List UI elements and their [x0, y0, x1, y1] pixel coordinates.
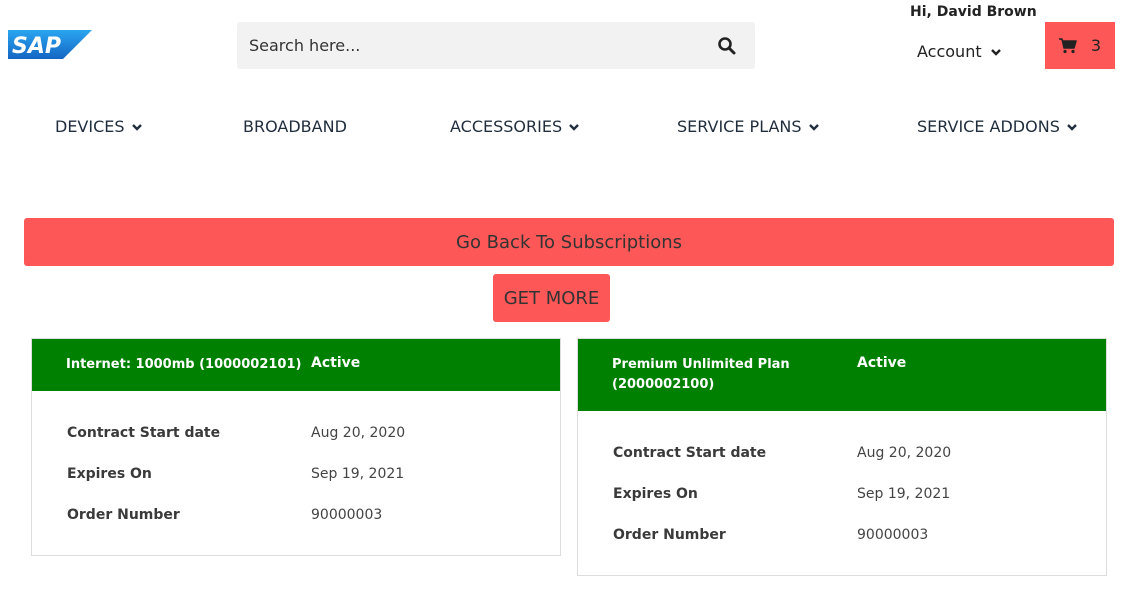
chevron-down-icon	[808, 123, 819, 131]
field-value: 90000003	[857, 527, 929, 543]
nav-label: BROADBAND	[243, 117, 347, 136]
go-back-button[interactable]: Go Back To Subscriptions	[24, 218, 1114, 266]
status-badge: Active	[857, 355, 907, 371]
chevron-down-icon	[569, 123, 579, 131]
nav-label: SERVICE ADDONS	[917, 117, 1060, 136]
chevron-down-icon	[990, 48, 1001, 56]
logo-text: SAP	[12, 34, 61, 59]
get-more-button[interactable]: GET MORE	[493, 274, 610, 322]
field-value: Sep 19, 2021	[857, 486, 951, 502]
search-icon[interactable]	[717, 36, 737, 56]
field-value: Aug 20, 2020	[311, 425, 406, 441]
card-title-line: (2000002100)	[612, 377, 715, 392]
cart-icon	[1058, 37, 1077, 53]
subscription-card: Internet: 1000mb (1000002101) Active Con…	[31, 338, 561, 556]
subscription-card: Premium Unlimited Plan (2000002100) Acti…	[577, 338, 1107, 576]
card-header: Premium Unlimited Plan (2000002100) Acti…	[578, 339, 1106, 411]
card-title: Internet: 1000mb (1000002101)	[66, 357, 302, 372]
cart-count: 3	[1090, 36, 1102, 55]
nav-devices[interactable]: DEVICES	[55, 117, 143, 136]
field-label: Expires On	[67, 466, 152, 482]
card-title-line: Premium Unlimited Plan	[612, 357, 790, 372]
nav-label: DEVICES	[55, 117, 125, 136]
card-header: Internet: 1000mb (1000002101) Active	[32, 339, 560, 391]
search-input[interactable]	[237, 36, 697, 55]
nav-service-addons[interactable]: SERVICE ADDONS	[917, 117, 1078, 136]
account-label: Account	[917, 42, 982, 61]
field-label: Expires On	[613, 486, 698, 502]
field-value: Sep 19, 2021	[311, 466, 405, 482]
field-value: 90000003	[311, 507, 383, 523]
status-badge: Active	[311, 355, 361, 371]
field-label: Contract Start date	[67, 425, 221, 441]
account-menu[interactable]: Account	[917, 42, 1002, 61]
nav-accessories[interactable]: ACCESSORIES	[450, 117, 580, 136]
search-bar	[237, 22, 755, 69]
field-value: Aug 20, 2020	[857, 445, 952, 461]
chevron-down-icon	[131, 123, 142, 131]
field-label: Contract Start date	[613, 445, 767, 461]
cart-button[interactable]: 3	[1045, 22, 1115, 69]
chevron-down-icon	[1066, 123, 1077, 131]
card-title: Premium Unlimited Plan (2000002100)	[612, 355, 790, 395]
nav-label: SERVICE PLANS	[677, 117, 802, 136]
nav-service-plans[interactable]: SERVICE PLANS	[677, 117, 820, 136]
field-label: Order Number	[67, 507, 180, 523]
nav-label: ACCESSORIES	[450, 117, 563, 136]
nav-broadband[interactable]: BROADBAND	[243, 117, 347, 136]
field-label: Order Number	[613, 527, 726, 543]
user-greeting: Hi, David Brown	[910, 4, 1037, 20]
sap-logo[interactable]: SAP	[8, 30, 92, 59]
